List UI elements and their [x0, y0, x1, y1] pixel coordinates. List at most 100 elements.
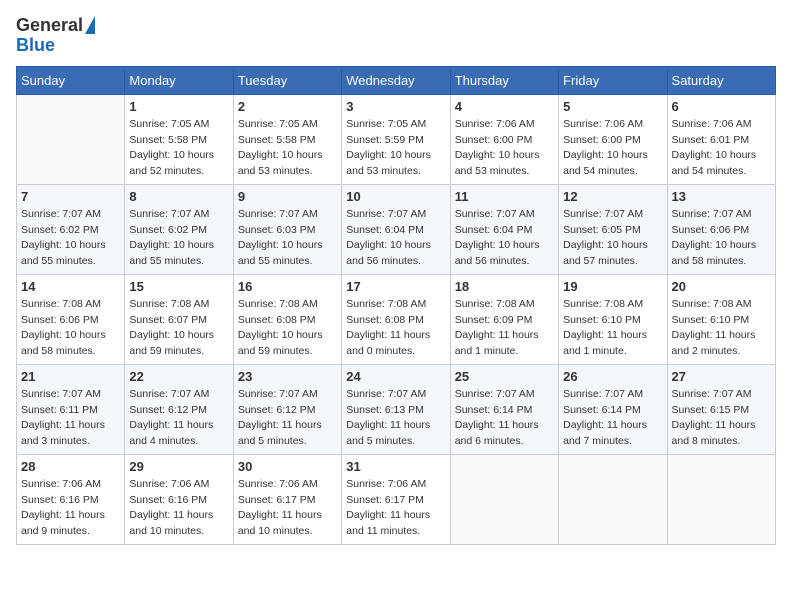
calendar-cell: 31Sunrise: 7:06 AMSunset: 6:17 PMDayligh…	[342, 454, 450, 544]
calendar-cell: 7 Sunrise: 7:07 AMSunset: 6:02 PMDaylight…	[17, 184, 125, 274]
calendar-cell: 15Sunrise: 7:08 AMSunset: 6:07 PMDayligh…	[125, 274, 233, 364]
calendar-cell: 14 Sunrise: 7:08 AMSunset: 6:06 PMDayligh…	[17, 274, 125, 364]
header-day-wednesday: Wednesday	[342, 66, 450, 94]
header-day-tuesday: Tuesday	[233, 66, 341, 94]
day-info: Sunrise: 7:07 AMSunset: 6:14 PMDaylight:…	[455, 387, 554, 450]
calendar-cell	[17, 94, 125, 184]
day-number: 4	[455, 99, 554, 114]
logo: General Blue	[16, 16, 95, 56]
calendar-cell: 29 Sunrise: 7:06 AMSunset: 6:16 PMDayligh…	[125, 454, 233, 544]
calendar-cell	[667, 454, 775, 544]
calendar-cell: 23 Sunrise: 7:07 AMSunset: 6:12 PMDayligh…	[233, 364, 341, 454]
logo-triangle-icon	[85, 16, 95, 34]
day-info: Sunrise: 7:08 AMSunset: 6:08 PMDaylight:…	[238, 297, 337, 360]
day-number: 24	[346, 369, 445, 384]
calendar-cell: 2Sunrise: 7:05 AMSunset: 5:58 PMDaylight…	[233, 94, 341, 184]
header-day-thursday: Thursday	[450, 66, 558, 94]
day-number: 1	[129, 99, 228, 114]
day-number: 5	[563, 99, 662, 114]
calendar-cell: 13 Sunrise: 7:07 AMSunset: 6:06 PMDayligh…	[667, 184, 775, 274]
day-info: Sunrise: 7:05 AMSunset: 5:59 PMDaylight:…	[346, 117, 445, 180]
header-day-friday: Friday	[559, 66, 667, 94]
day-number: 19	[563, 279, 662, 294]
calendar-cell: 17Sunrise: 7:08 AMSunset: 6:08 PMDayligh…	[342, 274, 450, 364]
day-number: 18	[455, 279, 554, 294]
day-info: Sunrise: 7:07 AMSunset: 6:03 PMDaylight:…	[238, 207, 337, 270]
day-number: 20	[672, 279, 771, 294]
day-number: 12	[563, 189, 662, 204]
day-info: Sunrise: 7:08 AMSunset: 6:06 PMDaylight:…	[21, 297, 120, 360]
day-number: 15	[129, 279, 228, 294]
day-info: Sunrise: 7:07 AMSunset: 6:04 PMDaylight:…	[455, 207, 554, 270]
day-number: 9	[238, 189, 337, 204]
day-number: 25	[455, 369, 554, 384]
day-info: Sunrise: 7:07 AMSunset: 6:02 PMDaylight:…	[21, 207, 120, 270]
day-number: 23	[238, 369, 337, 384]
calendar-cell: 27 Sunrise: 7:07 AMSunset: 6:15 PMDayligh…	[667, 364, 775, 454]
calendar-header-row: SundayMondayTuesdayWednesdayThursdayFrid…	[17, 66, 776, 94]
day-info: Sunrise: 7:07 AMSunset: 6:02 PMDaylight:…	[129, 207, 228, 270]
day-info: Sunrise: 7:06 AMSunset: 6:01 PMDaylight:…	[672, 117, 771, 180]
calendar-cell: 11Sunrise: 7:07 AMSunset: 6:04 PMDayligh…	[450, 184, 558, 274]
logo-blue: Blue	[16, 36, 55, 56]
calendar-cell: 18Sunrise: 7:08 AMSunset: 6:09 PMDayligh…	[450, 274, 558, 364]
calendar-cell: 3 Sunrise: 7:05 AMSunset: 5:59 PMDaylight…	[342, 94, 450, 184]
day-number: 7	[21, 189, 120, 204]
day-number: 13	[672, 189, 771, 204]
calendar-cell: 30 Sunrise: 7:06 AMSunset: 6:17 PMDayligh…	[233, 454, 341, 544]
day-info: Sunrise: 7:07 AMSunset: 6:12 PMDaylight:…	[129, 387, 228, 450]
calendar-cell: 22 Sunrise: 7:07 AMSunset: 6:12 PMDayligh…	[125, 364, 233, 454]
day-info: Sunrise: 7:05 AMSunset: 5:58 PMDaylight:…	[129, 117, 228, 180]
day-number: 29	[129, 459, 228, 474]
calendar-cell: 12 Sunrise: 7:07 AMSunset: 6:05 PMDayligh…	[559, 184, 667, 274]
day-info: Sunrise: 7:06 AMSunset: 6:00 PMDaylight:…	[563, 117, 662, 180]
calendar-cell: 16 Sunrise: 7:08 AMSunset: 6:08 PMDayligh…	[233, 274, 341, 364]
day-number: 30	[238, 459, 337, 474]
day-number: 6	[672, 99, 771, 114]
calendar-cell: 9 Sunrise: 7:07 AMSunset: 6:03 PMDaylight…	[233, 184, 341, 274]
header-day-saturday: Saturday	[667, 66, 775, 94]
calendar-cell	[559, 454, 667, 544]
header-day-monday: Monday	[125, 66, 233, 94]
day-number: 28	[21, 459, 120, 474]
day-info: Sunrise: 7:07 AMSunset: 6:06 PMDaylight:…	[672, 207, 771, 270]
day-info: Sunrise: 7:07 AMSunset: 6:05 PMDaylight:…	[563, 207, 662, 270]
calendar-cell: 26 Sunrise: 7:07 AMSunset: 6:14 PMDayligh…	[559, 364, 667, 454]
day-number: 14	[21, 279, 120, 294]
day-number: 26	[563, 369, 662, 384]
calendar-cell: 28 Sunrise: 7:06 AMSunset: 6:16 PMDayligh…	[17, 454, 125, 544]
day-info: Sunrise: 7:08 AMSunset: 6:10 PMDaylight:…	[563, 297, 662, 360]
calendar-table: SundayMondayTuesdayWednesdayThursdayFrid…	[16, 66, 776, 545]
day-number: 22	[129, 369, 228, 384]
calendar-cell: 8Sunrise: 7:07 AMSunset: 6:02 PMDaylight…	[125, 184, 233, 274]
day-info: Sunrise: 7:07 AMSunset: 6:14 PMDaylight:…	[563, 387, 662, 450]
calendar-cell: 24Sunrise: 7:07 AMSunset: 6:13 PMDayligh…	[342, 364, 450, 454]
header-day-sunday: Sunday	[17, 66, 125, 94]
calendar-week-row: 28 Sunrise: 7:06 AMSunset: 6:16 PMDayligh…	[17, 454, 776, 544]
calendar-cell: 4 Sunrise: 7:06 AMSunset: 6:00 PMDaylight…	[450, 94, 558, 184]
day-info: Sunrise: 7:06 AMSunset: 6:17 PMDaylight:…	[238, 477, 337, 540]
logo-general: General	[16, 16, 83, 36]
calendar-week-row: 14 Sunrise: 7:08 AMSunset: 6:06 PMDayligh…	[17, 274, 776, 364]
day-info: Sunrise: 7:05 AMSunset: 5:58 PMDaylight:…	[238, 117, 337, 180]
day-info: Sunrise: 7:08 AMSunset: 6:08 PMDaylight:…	[346, 297, 445, 360]
day-number: 3	[346, 99, 445, 114]
calendar-cell: 10Sunrise: 7:07 AMSunset: 6:04 PMDayligh…	[342, 184, 450, 274]
day-info: Sunrise: 7:07 AMSunset: 6:11 PMDaylight:…	[21, 387, 120, 450]
calendar-cell	[450, 454, 558, 544]
calendar-week-row: 1 Sunrise: 7:05 AMSunset: 5:58 PMDaylight…	[17, 94, 776, 184]
calendar-cell: 1 Sunrise: 7:05 AMSunset: 5:58 PMDaylight…	[125, 94, 233, 184]
calendar-cell: 5 Sunrise: 7:06 AMSunset: 6:00 PMDaylight…	[559, 94, 667, 184]
day-info: Sunrise: 7:07 AMSunset: 6:12 PMDaylight:…	[238, 387, 337, 450]
day-number: 21	[21, 369, 120, 384]
day-info: Sunrise: 7:06 AMSunset: 6:00 PMDaylight:…	[455, 117, 554, 180]
calendar-cell: 19 Sunrise: 7:08 AMSunset: 6:10 PMDayligh…	[559, 274, 667, 364]
day-info: Sunrise: 7:06 AMSunset: 6:16 PMDaylight:…	[129, 477, 228, 540]
day-info: Sunrise: 7:07 AMSunset: 6:15 PMDaylight:…	[672, 387, 771, 450]
calendar-cell: 25 Sunrise: 7:07 AMSunset: 6:14 PMDayligh…	[450, 364, 558, 454]
day-number: 27	[672, 369, 771, 384]
day-info: Sunrise: 7:07 AMSunset: 6:04 PMDaylight:…	[346, 207, 445, 270]
day-number: 16	[238, 279, 337, 294]
day-info: Sunrise: 7:06 AMSunset: 6:16 PMDaylight:…	[21, 477, 120, 540]
day-number: 31	[346, 459, 445, 474]
